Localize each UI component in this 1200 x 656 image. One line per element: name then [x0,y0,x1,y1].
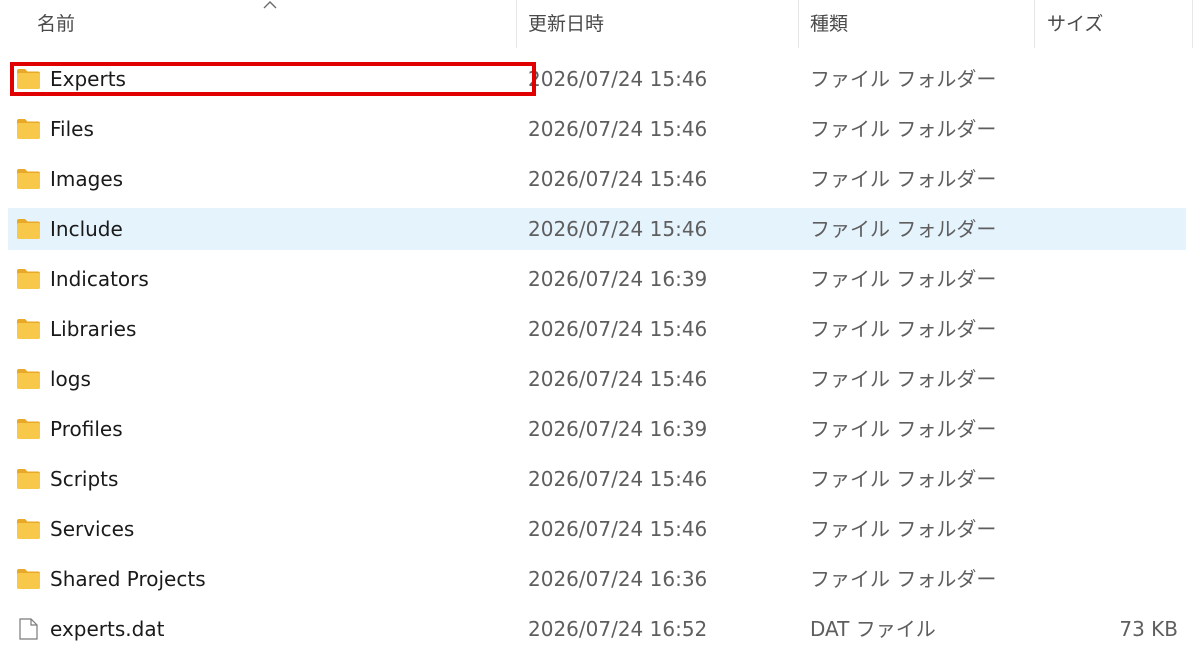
file-type: ファイル フォルダー [810,417,997,441]
column-header-date-label: 更新日時 [528,13,605,35]
file-size: 73 KB [1119,617,1178,641]
modified-date: 2026/07/24 15:46 [528,517,708,541]
list-item[interactable]: Services 2026/07/24 15:46 ファイル フォルダー [8,508,1186,550]
column-header-date[interactable]: 更新日時 [528,0,798,48]
modified-date: 2026/07/24 16:52 [528,617,708,641]
column-header-size-label: サイズ [1047,13,1104,35]
list-item[interactable]: Images 2026/07/24 15:46 ファイル フォルダー [8,158,1186,200]
column-header-size[interactable]: サイズ [1047,0,1187,48]
modified-date: 2026/07/24 15:46 [528,67,708,91]
file-name: Files [50,117,94,141]
folder-icon [17,169,40,189]
file-name: experts.dat [50,617,165,641]
modified-date: 2026/07/24 15:46 [528,167,708,191]
list-item[interactable]: experts.dat 2026/07/24 16:52 DAT ファイル 73 KB [8,608,1186,650]
file-type: ファイル フォルダー [810,367,997,391]
file-icon [19,618,38,640]
file-type: ファイル フォルダー [810,567,997,591]
folder-icon [17,69,40,89]
column-divider[interactable] [516,0,517,48]
folder-icon [17,519,40,539]
column-divider[interactable] [798,0,799,48]
file-name: Experts [50,67,126,91]
folder-icon [17,119,40,139]
file-type: ファイル フォルダー [810,267,997,291]
file-type: ファイル フォルダー [810,317,997,341]
sort-ascending-icon [263,1,277,9]
column-header-bar: 名前 更新日時 種類 サイズ [0,0,1200,48]
file-type: ファイル フォルダー [810,67,997,91]
modified-date: 2026/07/24 15:46 [528,117,708,141]
list-item[interactable]: Scripts 2026/07/24 15:46 ファイル フォルダー [8,458,1186,500]
column-header-name-label: 名前 [37,13,76,35]
file-type: ファイル フォルダー [810,517,997,541]
modified-date: 2026/07/24 15:46 [528,467,708,491]
column-header-type[interactable]: 種類 [810,0,1032,48]
modified-date: 2026/07/24 16:36 [528,567,708,591]
file-type: ファイル フォルダー [810,167,997,191]
file-type: DAT ファイル [810,617,936,641]
list-item[interactable]: Experts 2026/07/24 15:46 ファイル フォルダー [8,58,1186,100]
modified-date: 2026/07/24 15:46 [528,217,708,241]
list-item[interactable]: Libraries 2026/07/24 15:46 ファイル フォルダー [8,308,1186,350]
file-type: ファイル フォルダー [810,467,997,491]
list-item[interactable]: Indicators 2026/07/24 16:39 ファイル フォルダー [8,258,1186,300]
file-name: Shared Projects [50,567,206,591]
folder-icon [17,469,40,489]
modified-date: 2026/07/24 16:39 [528,417,708,441]
folder-icon [17,419,40,439]
folder-icon [17,369,40,389]
file-name: Scripts [50,467,119,491]
folder-icon [17,569,40,589]
file-name: Services [50,517,135,541]
file-name: Include [50,217,123,241]
list-item[interactable]: Files 2026/07/24 15:46 ファイル フォルダー [8,108,1186,150]
list-item[interactable]: Include 2026/07/24 15:46 ファイル フォルダー [8,208,1186,250]
file-type: ファイル フォルダー [810,217,997,241]
column-divider[interactable] [1192,0,1193,48]
file-name: logs [50,367,91,391]
modified-date: 2026/07/24 15:46 [528,317,708,341]
column-header-type-label: 種類 [810,13,849,35]
folder-icon [17,219,40,239]
modified-date: 2026/07/24 16:39 [528,267,708,291]
list-item[interactable]: logs 2026/07/24 15:46 ファイル フォルダー [8,358,1186,400]
folder-icon [17,269,40,289]
file-type: ファイル フォルダー [810,117,997,141]
list-item[interactable]: Shared Projects 2026/07/24 16:36 ファイル フォルダ… [8,558,1186,600]
folder-icon [17,319,40,339]
list-item[interactable]: Profiles 2026/07/24 16:39 ファイル フォルダー [8,408,1186,450]
file-name: Images [50,167,124,191]
modified-date: 2026/07/24 15:46 [528,367,708,391]
column-divider[interactable] [1034,0,1035,48]
file-name: Libraries [50,317,137,341]
file-name: Profiles [50,417,123,441]
file-name: Indicators [50,267,149,291]
